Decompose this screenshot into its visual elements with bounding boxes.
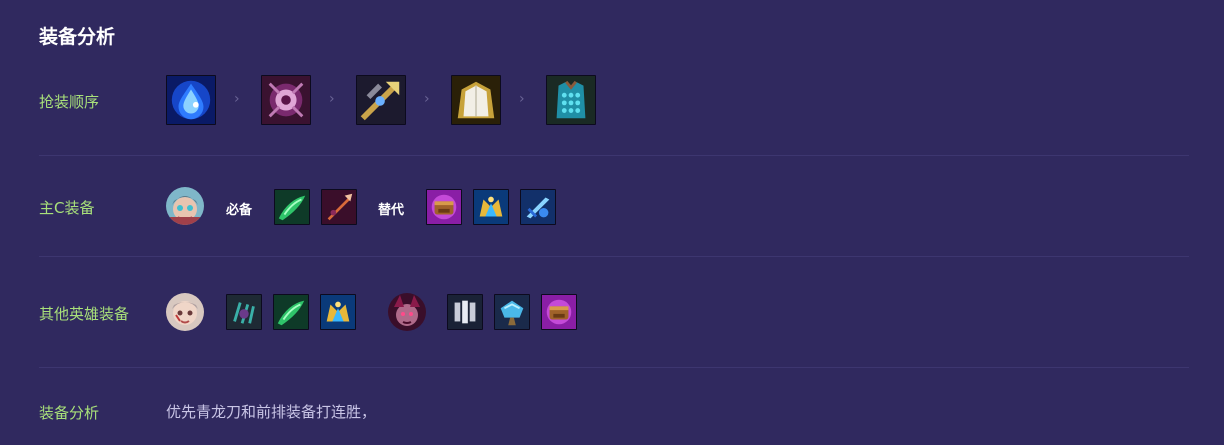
blue-crown-icon[interactable] [473, 189, 509, 225]
carry-row-label: 主C装备 [39, 199, 95, 217]
order-separator-2: › [329, 91, 335, 107]
ice-sword-icon[interactable] [520, 189, 556, 225]
crystal-hammer-icon[interactable] [494, 294, 530, 330]
other-champion-avatar-2[interactable] [388, 293, 426, 331]
green-blade-icon[interactable] [274, 189, 310, 225]
order-separator-3: › [424, 91, 430, 107]
row-divider-3 [39, 367, 1189, 368]
dark-claw-icon[interactable] [226, 294, 262, 330]
carry-champion-avatar[interactable] [166, 187, 204, 225]
golden-gauntlet-icon[interactable] [541, 294, 577, 330]
order-row-label: 抢装顺序 [39, 93, 100, 111]
silver-shield-icon[interactable] [447, 294, 483, 330]
other-champion-avatar-1[interactable] [166, 293, 204, 331]
row-divider-1 [39, 155, 1189, 156]
alternative-label: 替代 [378, 203, 405, 218]
equipment-analysis-panel: 装备分析 抢装顺序 › › › › 主C装备 必备 替代 其他英雄装备 装备分析… [0, 0, 1224, 445]
purple-sigil-icon[interactable] [261, 75, 311, 125]
analysis-row-label: 装备分析 [39, 404, 100, 422]
others-row-label: 其他英雄装备 [39, 305, 130, 323]
blue-crown-icon[interactable] [320, 294, 356, 330]
chainmail-vest-icon[interactable] [546, 75, 596, 125]
required-label: 必备 [226, 203, 253, 218]
order-separator-4: › [519, 91, 525, 107]
section-title: 装备分析 [39, 26, 116, 48]
row-divider-2 [39, 256, 1189, 257]
golden-gauntlet-icon[interactable] [426, 189, 462, 225]
order-separator-1: › [234, 91, 240, 107]
pink-dagger-icon[interactable] [321, 189, 357, 225]
analysis-text: 优先青龙刀和前排装备打连胜， [166, 403, 377, 421]
green-blade-icon[interactable] [273, 294, 309, 330]
blue-tear-icon[interactable] [166, 75, 216, 125]
golden-spear-icon[interactable] [356, 75, 406, 125]
white-cloak-icon[interactable] [451, 75, 501, 125]
